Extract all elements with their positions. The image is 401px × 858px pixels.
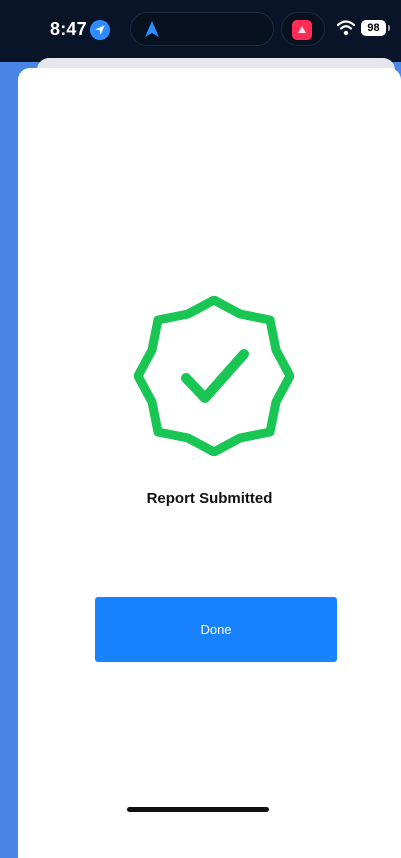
status-bar: 8:47 98 xyxy=(0,0,401,62)
status-time: 8:47 xyxy=(50,19,87,39)
check-badge-icon xyxy=(134,296,294,456)
home-indicator[interactable] xyxy=(127,807,269,812)
page-title: Report Submitted xyxy=(146,490,273,507)
navigation-arrow-icon xyxy=(145,21,159,37)
location-arrow-icon xyxy=(90,20,110,40)
report-submitted-sheet: Report Submitted Done xyxy=(18,68,401,858)
app-badge-icon xyxy=(292,20,312,40)
battery-indicator: 98 xyxy=(361,20,386,36)
dynamic-island-navigation[interactable] xyxy=(130,12,274,46)
wifi-icon xyxy=(337,20,355,36)
done-button[interactable]: Done xyxy=(95,597,337,662)
dynamic-island-app[interactable] xyxy=(281,12,325,46)
battery-tip xyxy=(388,25,390,31)
